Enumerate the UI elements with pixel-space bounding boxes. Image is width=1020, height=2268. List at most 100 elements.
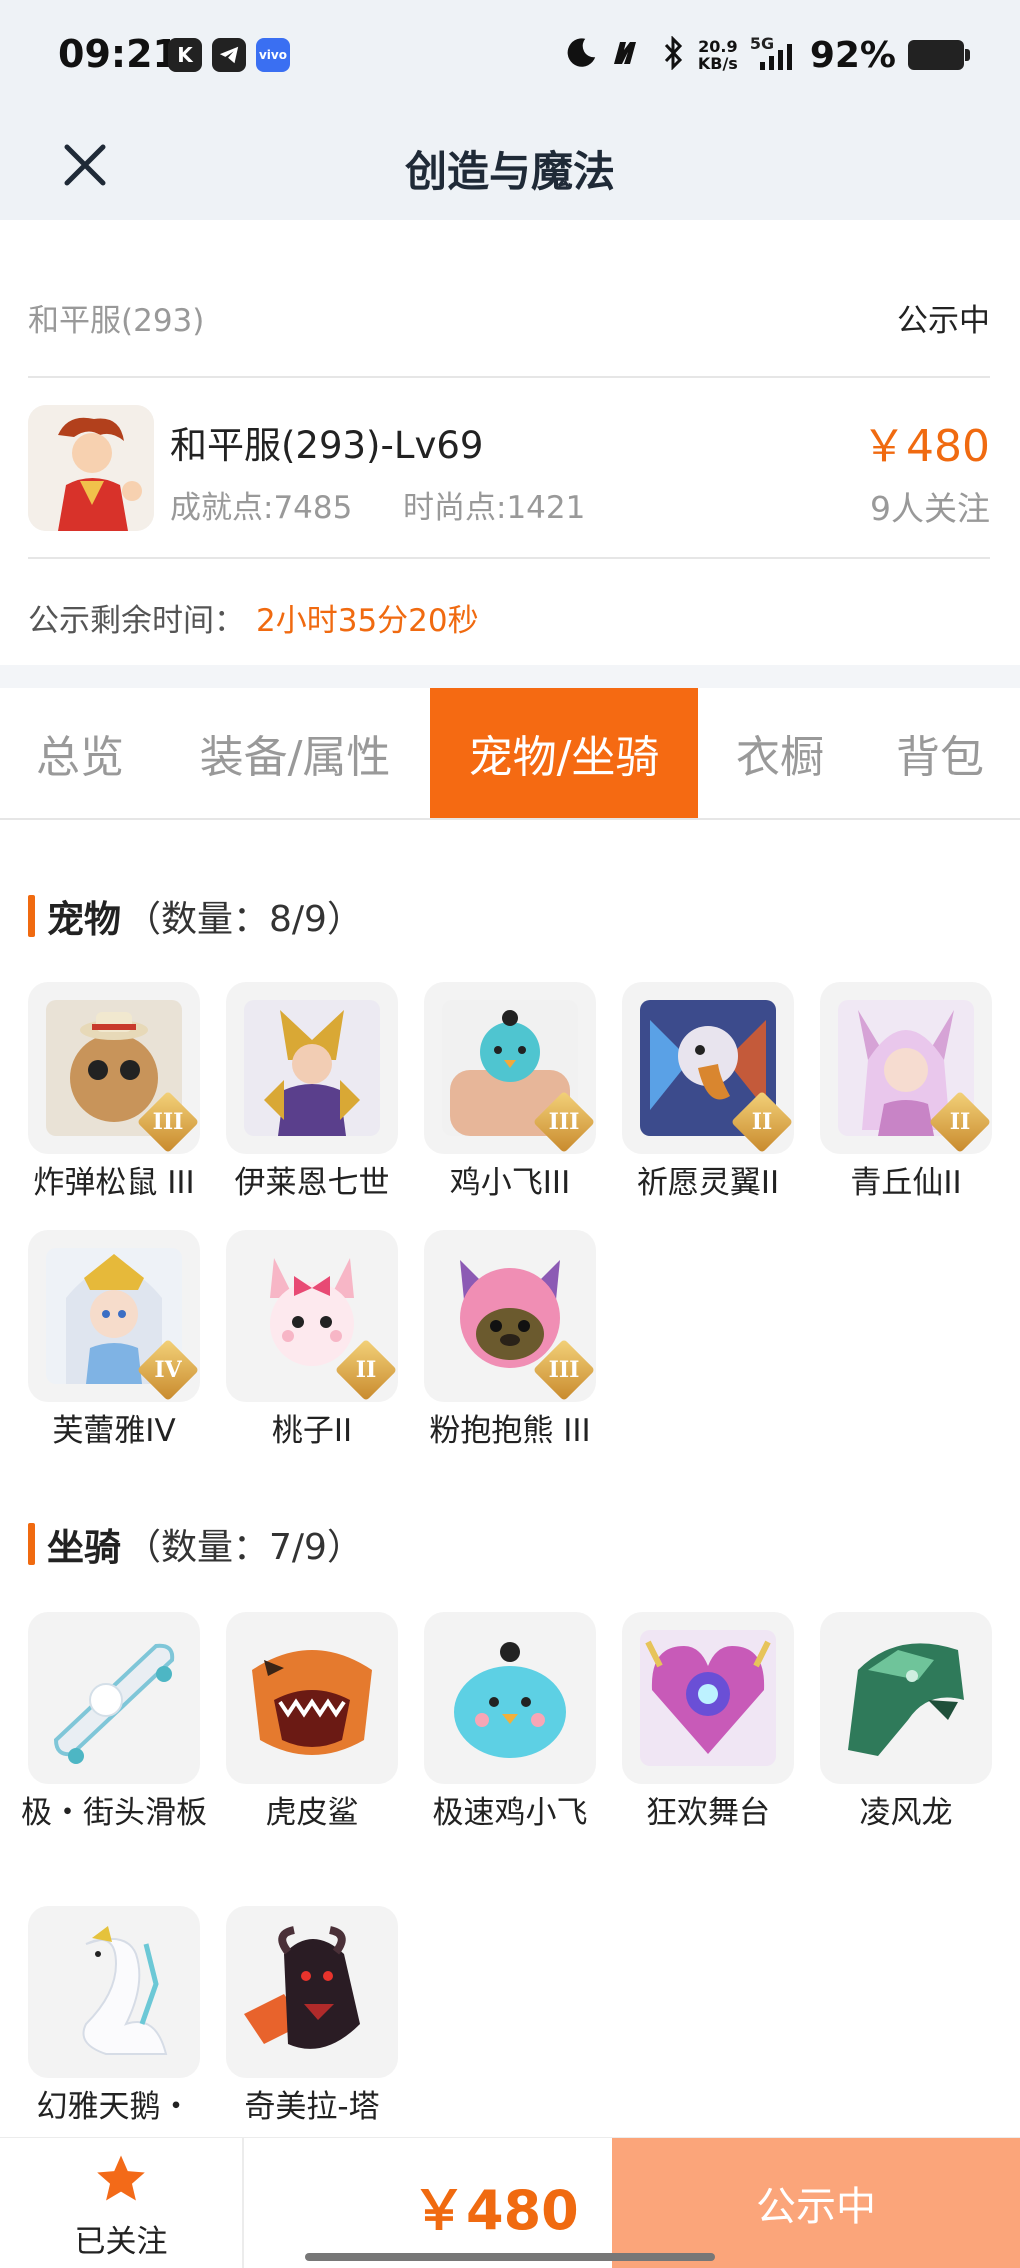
tier-label: IV <box>154 1357 182 1383</box>
mount-item[interactable]: 极・街头滑板 <box>21 1612 207 1836</box>
mounts-count: （数量：7/9） <box>125 1527 363 1568</box>
tab-overview[interactable]: 总览 <box>0 688 160 818</box>
mount-item[interactable]: 极速鸡小飞 <box>424 1612 596 1836</box>
moon-icon <box>564 36 598 74</box>
mount-name: 极速鸡小飞 <box>432 1795 588 1831</box>
mount-thumbnail <box>28 1906 200 2078</box>
pet-item[interactable]: III 炸弹松鼠 III <box>28 982 200 1206</box>
status-button[interactable]: 公示中 <box>612 2138 1020 2268</box>
character-name: 和平服(293)-Lv69 <box>170 424 484 467</box>
tier-label: III <box>548 1109 580 1135</box>
pet-thumbnail: III <box>424 982 596 1154</box>
pet-name: 粉抱抱熊 III <box>429 1413 591 1449</box>
tier-label: III <box>152 1109 184 1135</box>
telegram-icon <box>212 38 246 72</box>
pet-name: 青丘仙II <box>850 1165 962 1201</box>
bottom-action-bar: 已关注 ￥480 公示中 <box>0 2137 1020 2268</box>
battery-percent: 92% <box>809 34 896 76</box>
section-marker <box>28 1523 35 1565</box>
pet-thumbnail: II <box>226 1230 398 1402</box>
mount-name: 幻雅天鹅・ <box>36 2089 192 2125</box>
pet-name: 炸弹松鼠 III <box>33 1165 195 1201</box>
pets-section-header: 宠物 （数量：8/9） <box>28 892 363 941</box>
pet-thumbnail <box>226 982 398 1154</box>
mount-thumbnail <box>622 1612 794 1784</box>
net-speed-value: 20.9 <box>698 37 738 56</box>
mount-name: 极・街头滑板 <box>21 1795 207 1831</box>
pets-title: 宠物 <box>47 898 121 941</box>
mount-thumbnail <box>226 1612 398 1784</box>
pet-item[interactable]: III 粉抱抱熊 III <box>424 1230 596 1454</box>
listing-status: 公示中 <box>897 303 990 339</box>
mount-name: 虎皮鲨 <box>265 1795 359 1831</box>
pet-thumbnail: II <box>820 982 992 1154</box>
net-speed-unit: KB/s <box>697 54 738 73</box>
mount-thumbnail <box>424 1612 596 1784</box>
net-speed: 20.9 KB/s <box>698 38 738 72</box>
clock: 09:21 <box>58 32 179 76</box>
mount-thumbnail <box>820 1612 992 1784</box>
divider <box>28 557 990 559</box>
tab-equipment[interactable]: 装备/属性 <box>175 688 415 818</box>
mount-name: 狂欢舞台 <box>646 1795 770 1831</box>
listing-info-card: 和平服(293) 公示中 和平服(293)-Lv69 成就点:7485 时尚点:… <box>0 220 1020 665</box>
mount-item[interactable]: 幻雅天鹅・ <box>28 1906 200 2130</box>
mount-item[interactable]: 虎皮鲨 <box>226 1612 398 1836</box>
pet-item[interactable]: II 祈愿灵翼II <box>622 982 794 1206</box>
pet-thumbnail: III <box>28 982 200 1154</box>
home-indicator[interactable] <box>305 2253 715 2261</box>
follow-button[interactable]: 已关注 <box>0 2138 244 2268</box>
tab-wardrobe[interactable]: 衣橱 <box>715 688 845 818</box>
price: ￥480 <box>862 421 990 472</box>
mount-thumbnail <box>226 1906 398 2078</box>
pet-item[interactable]: II 桃子II <box>226 1230 398 1454</box>
mount-thumbnail <box>28 1612 200 1784</box>
pet-item[interactable]: II 青丘仙II <box>820 982 992 1206</box>
mount-item[interactable]: 奇美拉-塔 <box>226 1906 398 2130</box>
pets-count: （数量：8/9） <box>125 899 363 940</box>
pet-thumbnail: IV <box>28 1230 200 1402</box>
top-app-bar: 创造与魔法 <box>0 110 1020 220</box>
bottom-price: ￥480 <box>412 2179 579 2242</box>
fashion-points: 时尚点:1421 <box>403 490 586 526</box>
mount-name: 奇美拉-塔 <box>244 2089 380 2125</box>
cell-signal-icon: 5G <box>750 34 798 72</box>
pet-thumbnail: II <box>622 982 794 1154</box>
app-k-icon: K <box>168 38 202 72</box>
mounts-section-header: 坐骑 （数量：7/9） <box>28 1520 363 1569</box>
pet-item[interactable]: 伊莱恩七世 <box>226 982 398 1206</box>
pet-item[interactable]: III 鸡小飞III <box>424 982 596 1206</box>
pet-item[interactable]: IV 芙蕾雅IV <box>28 1230 200 1454</box>
pet-name: 芙蕾雅IV <box>52 1413 176 1449</box>
server-name: 和平服(293) <box>28 303 205 339</box>
vivo-icon: vivo <box>256 38 290 72</box>
character-avatar <box>28 405 154 531</box>
divider <box>28 376 990 378</box>
mount-item[interactable]: 凌风龙 <box>820 1612 992 1836</box>
pet-name: 伊莱恩七世 <box>234 1165 390 1201</box>
pets-mounts-panel: 宠物 （数量：8/9） III 炸弹松鼠 III 伊莱恩七世 III 鸡小飞II… <box>0 820 1020 2137</box>
page-title: 创造与魔法 <box>404 147 615 196</box>
tab-backpack[interactable]: 背包 <box>870 688 1010 818</box>
tier-label: II <box>355 1357 377 1383</box>
mount-name: 凌风龙 <box>859 1795 953 1831</box>
remaining-time-value: 2小时35分20秒 <box>256 603 479 639</box>
achievement-points: 成就点:7485 <box>170 490 353 526</box>
follow-label: 已关注 <box>74 2224 168 2260</box>
status-bar: 09:21 K vivo 20.9 KB/s 5G 92% <box>0 0 1020 110</box>
tier-label: II <box>949 1109 971 1135</box>
pet-name: 桃子II <box>271 1413 353 1449</box>
pet-name: 祈愿灵翼II <box>636 1165 780 1201</box>
bluetooth-icon <box>662 35 686 74</box>
remaining-time-label: 公示剩余时间： <box>28 603 245 639</box>
tier-label: II <box>751 1109 773 1135</box>
mounts-title: 坐骑 <box>47 1526 121 1569</box>
mount-item[interactable]: 狂欢舞台 <box>622 1612 794 1836</box>
section-marker <box>28 895 35 937</box>
tab-pets-mounts[interactable]: 宠物/坐骑 <box>430 688 698 818</box>
pet-thumbnail: III <box>424 1230 596 1402</box>
watchers-count: 9人关注 <box>870 489 990 528</box>
signal-m-icon <box>610 38 650 72</box>
tier-label: III <box>548 1357 580 1383</box>
pet-name: 鸡小飞III <box>449 1165 571 1201</box>
